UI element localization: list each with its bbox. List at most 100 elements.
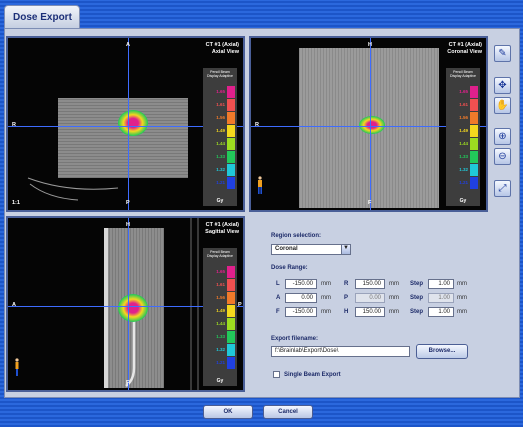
- colorbar-entry: 1.33: [446, 151, 480, 163]
- step-input[interactable]: 1.00: [428, 279, 454, 289]
- colorbar-header: Pencil Beam Display Adaptive: [207, 70, 233, 78]
- coronal-viewport[interactable]: H F R L CT #1 (Axial)Coronal View Pencil…: [249, 36, 488, 212]
- export-filename-input[interactable]: f:\Brainlab\Export\Dose\: [271, 346, 410, 357]
- range-min-input[interactable]: -150.00: [285, 279, 317, 289]
- colorbar-swatch: [227, 125, 235, 137]
- hand-icon[interactable]: ✋: [494, 97, 511, 114]
- orient-bottom: F: [126, 380, 130, 386]
- orient-left: A: [12, 302, 16, 308]
- colorbar-label: 1.32: [459, 167, 468, 172]
- zoom-ratio: 1:1: [12, 200, 20, 206]
- unit-label: mm: [457, 295, 467, 301]
- unit-label: mm: [457, 281, 467, 287]
- colorbar-entry: 1.65: [446, 86, 480, 98]
- viewport-title: CT #1 (Axial) Coronal View: [447, 42, 482, 55]
- viewport-title: CT #1 (Axial) Axial View: [205, 42, 239, 55]
- range-axis-label: R: [344, 281, 349, 287]
- dose-range-label: Dose Range:: [271, 265, 308, 271]
- colorbar-entry: 1.32: [446, 164, 480, 176]
- step-label: Step: [410, 295, 424, 301]
- colorbar-label: 1.49: [216, 128, 225, 133]
- colorbar-entry: 1.65: [203, 266, 237, 278]
- colorbar-label: 1.44: [216, 141, 225, 146]
- colorbar-entry: 1.61: [446, 99, 480, 111]
- colorbar-label: 1.44: [459, 141, 468, 146]
- colorbar-swatch: [227, 86, 235, 98]
- colorbar-entry: 1.44: [203, 318, 237, 330]
- colorbar-swatch: [227, 279, 235, 291]
- colorbar-entry: 1.44: [446, 138, 480, 150]
- colorbar-label: 1.56: [216, 295, 225, 300]
- colorbar-entry: 1.61: [203, 279, 237, 291]
- colorbar-swatch: [470, 112, 478, 124]
- colorbar-entry: 1.56: [203, 112, 237, 124]
- edit-icon[interactable]: ✎: [494, 45, 511, 62]
- colorbar-label: 1.49: [216, 308, 225, 313]
- zoom-out-icon[interactable]: ⊖: [494, 148, 511, 165]
- colorbar-unit: Gy: [459, 198, 467, 204]
- range-min-input[interactable]: -150.00: [285, 307, 317, 317]
- export-filename-label: Export filename:: [271, 336, 319, 342]
- colorbar-header: Pencil Beam Display Adaptive: [450, 70, 476, 78]
- step-input[interactable]: 1.00: [428, 293, 454, 303]
- colorbar-label: 1.21: [459, 180, 468, 185]
- colorbar-swatch: [470, 151, 478, 163]
- colorbar-swatch: [227, 99, 235, 111]
- colorbar-swatch: [227, 344, 235, 356]
- colorbar-label: 1.44: [216, 321, 225, 326]
- unit-label: mm: [389, 281, 399, 287]
- cancel-button[interactable]: Cancel: [263, 405, 313, 419]
- colorbar-swatch: [470, 138, 478, 150]
- colorbar-label: 1.61: [459, 102, 468, 107]
- colorbar-entry: 1.32: [203, 164, 237, 176]
- single-beam-checkbox[interactable]: [273, 371, 280, 378]
- region-select[interactable]: Coronal ▼: [271, 244, 351, 255]
- colorbar-label: 1.49: [459, 128, 468, 133]
- colorbar-swatch: [227, 164, 235, 176]
- colorbar-label: 1.65: [216, 89, 225, 94]
- range-max-input[interactable]: 150.00: [355, 279, 385, 289]
- range-axis-label: L: [276, 281, 280, 287]
- region-value: Coronal: [275, 246, 298, 252]
- browse-button[interactable]: Browse...: [416, 344, 468, 359]
- move-icon[interactable]: ✥: [494, 77, 511, 94]
- ok-button[interactable]: OK: [203, 405, 253, 419]
- unit-label: mm: [457, 309, 467, 315]
- colorbar-swatch: [470, 125, 478, 137]
- zoom-in-icon[interactable]: ⊕: [494, 128, 511, 145]
- colorbar: Pencil Beam Display Adaptive 1.65 1.61 1.56…: [203, 68, 237, 206]
- colorbar: Pencil Beam Display Adaptive 1.65 1.61 1.56…: [203, 248, 237, 386]
- colorbar-label: 1.56: [216, 115, 225, 120]
- fit-icon[interactable]: ⤢: [494, 180, 511, 197]
- unit-label: mm: [321, 309, 331, 315]
- chevron-down-icon[interactable]: ▼: [341, 245, 350, 254]
- colorbar-swatch: [227, 331, 235, 343]
- colorbar-swatch: [227, 292, 235, 304]
- range-max-input[interactable]: 0.00: [355, 293, 385, 303]
- dose-cloud: [118, 294, 148, 322]
- axial-viewport[interactable]: A P R L 1:1 CT #1 (Axial)Axial View Penc…: [6, 36, 245, 212]
- colorbar-entry: 1.49: [203, 125, 237, 137]
- colorbar-label: 1.33: [216, 334, 225, 339]
- colorbar-swatch: [470, 99, 478, 111]
- colorbar-label: 1.65: [459, 89, 468, 94]
- tab-dose-export[interactable]: Dose Export: [4, 5, 80, 29]
- patient-orientation-icon: [15, 358, 19, 376]
- range-min-input[interactable]: 0.00: [285, 293, 317, 303]
- range-max-input[interactable]: 150.00: [355, 307, 385, 317]
- colorbar-swatch: [227, 357, 235, 369]
- colorbar: Pencil Beam Display Adaptive 1.65 1.61 1.56…: [446, 68, 480, 206]
- colorbar-unit: Gy: [216, 378, 224, 384]
- patient-orientation-icon: [258, 176, 262, 194]
- colorbar-entry: 1.49: [203, 305, 237, 317]
- colorbar-swatch: [227, 112, 235, 124]
- colorbar-entry: 1.21: [446, 177, 480, 189]
- colorbar-label: 1.21: [216, 360, 225, 365]
- colorbar-swatch: [227, 151, 235, 163]
- colorbar-entry: 1.56: [203, 292, 237, 304]
- crosshair-v: [128, 218, 129, 390]
- colorbar-label: 1.65: [216, 269, 225, 274]
- step-input[interactable]: 1.00: [428, 307, 454, 317]
- sagittal-viewport[interactable]: H F A P CT #1 (Axial) Sagittal View Penci…: [6, 216, 245, 392]
- colorbar-entry: 1.44: [203, 138, 237, 150]
